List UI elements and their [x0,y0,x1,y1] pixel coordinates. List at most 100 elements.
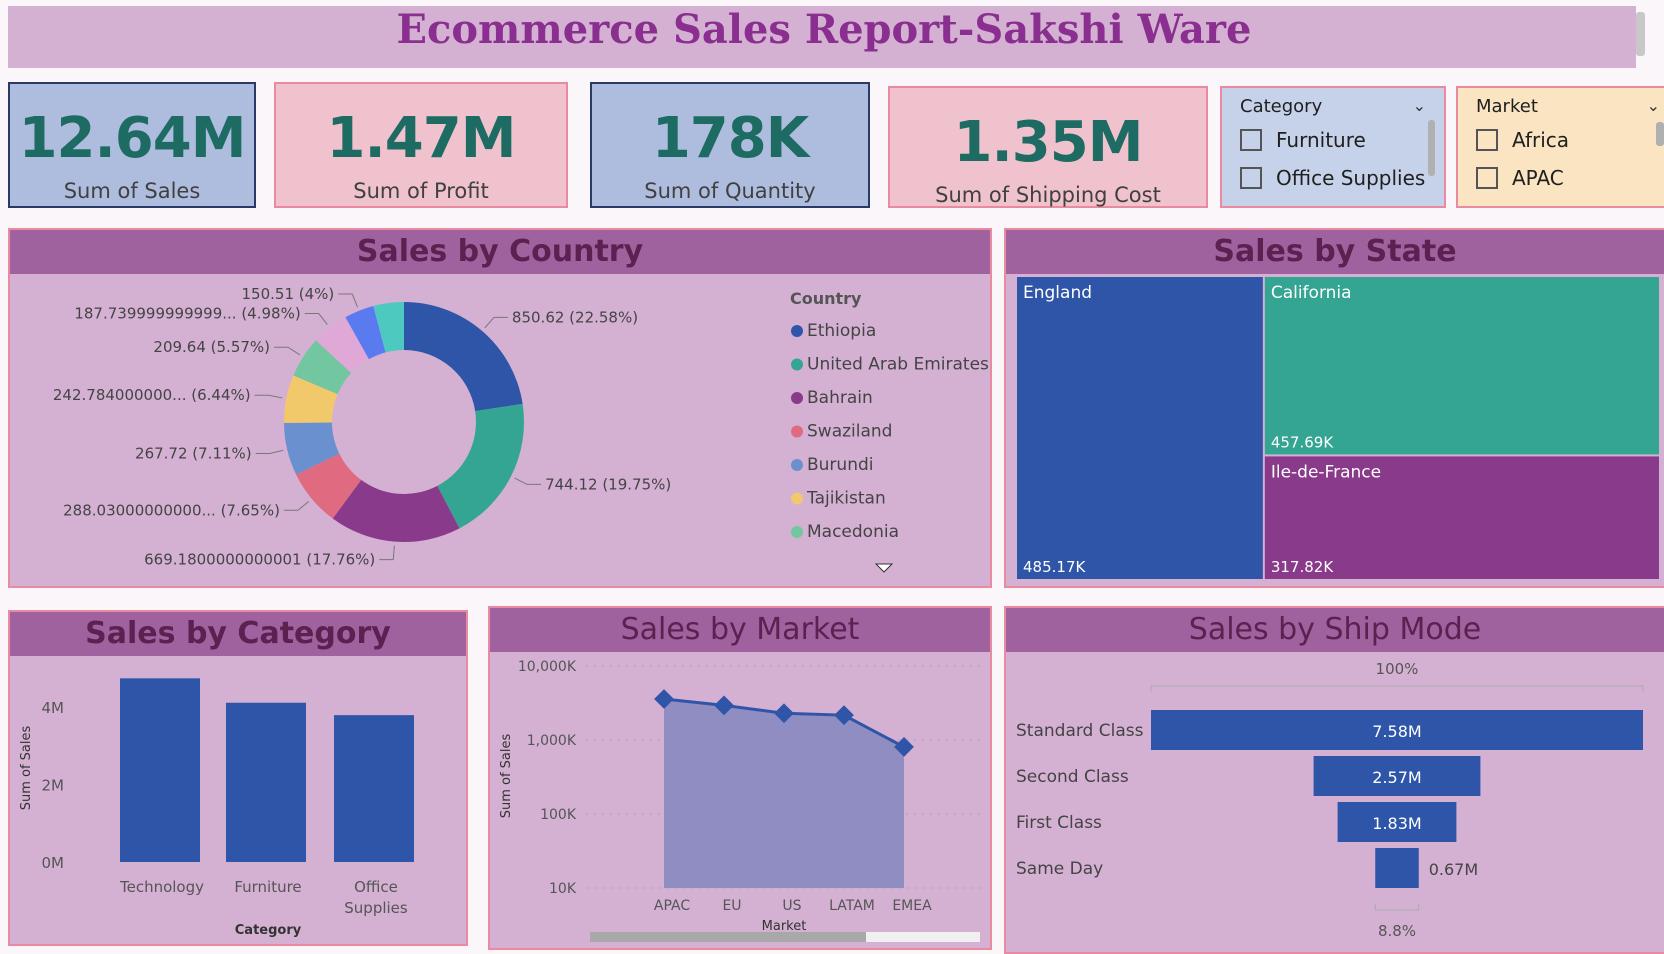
funnel-bracket [1150,685,1644,692]
sales-by-ship-mode-panel: Sales by Ship Mode 100% Standard Class 7.5… [1004,606,1664,954]
treemap-tile[interactable] [1264,277,1659,455]
slicer-header: Market [1476,96,1538,117]
tile-name: Ile-de-France [1271,462,1381,482]
legend-title: Country [790,289,862,308]
slicer-option-office-supplies[interactable]: Office Supplies [1240,166,1425,190]
tile-value: 485.17K [1023,558,1086,576]
slicer-scrollbar[interactable] [1428,120,1435,176]
option-label: Africa [1512,128,1570,152]
funnel-value-label: 2.57M [1372,768,1421,787]
slicer-header: Category [1240,96,1323,117]
category-bar[interactable] [120,678,200,862]
slice-data-label: 150.51 (4%) [242,285,335,303]
sales-by-market-panel: Sales by Market 10K 100K 1,000K 10,000K APAC… [488,606,992,950]
checkbox[interactable] [1476,129,1498,151]
legend-item[interactable]: Ethiopia [807,321,876,341]
market-area-chart[interactable]: 10K 100K 1,000K 10,000K APAC EU US LATAM EMEA Mar… [490,652,990,948]
kpi-label: Sum of Quantity [644,179,816,203]
donut-slice[interactable] [404,302,523,412]
y-axis-label: Sum of Sales [19,726,34,811]
x-tick-label: APAC [654,898,690,914]
checkbox[interactable] [1476,167,1498,189]
legend-item[interactable]: United Arab Emirates [807,355,989,375]
legend-item[interactable]: Macedonia [807,522,899,542]
slice-data-label: 267.72 (7.11%) [135,445,252,463]
y-tick-label: 4M [42,699,65,717]
funnel-category-label: First Class [1016,813,1102,833]
chevron-down-icon[interactable]: ⌄ [1647,96,1660,115]
x-axis-label: Category [235,923,302,938]
leader-line [255,449,284,455]
panel-title: Sales by Country [10,230,990,274]
x-tick-label: EU [722,898,741,914]
category-slicer[interactable]: Category ⌄ Furniture Office Supplies [1220,86,1446,208]
x-tick-label: Furniture [234,878,301,896]
x-axis-label: Market [762,919,807,934]
leader-line [304,313,328,325]
kpi-card-shipping-cost: 1.35M Sum of Shipping Cost [888,86,1208,208]
legend-marker [791,526,803,538]
panel-title: Sales by Category [10,612,466,656]
leader-line [484,316,508,329]
category-bar[interactable] [226,702,306,862]
treemap-tile[interactable] [1017,277,1263,579]
treemap-chart[interactable]: England 485.17K California 457.69K Ile-de-Fr… [1006,274,1664,586]
funnel-bracket [1374,904,1420,911]
sales-by-country-panel: Sales by Country 850.62 (22.58%) 744.12 (… [8,228,992,588]
legend-item[interactable]: Burundi [807,455,874,475]
checkbox[interactable] [1240,167,1262,189]
x-tick-label: Technology [119,878,204,896]
tile-name: England [1023,283,1092,303]
kpi-value: 1.47M [326,106,517,171]
x-tick-label: Office [354,878,398,896]
y-axis-label: Sum of Sales [499,734,514,819]
funnel-top-percent: 100% [1376,660,1419,678]
category-bar[interactable] [334,715,414,862]
legend-item[interactable]: Tajikistan [806,489,886,509]
legend-item[interactable]: Bahrain [807,388,873,408]
market-slicer[interactable]: Market ⌄ Africa APAC [1456,86,1664,208]
y-tick-label: 10K [549,881,577,897]
category-bar-chart[interactable]: 0M 2M 4M Technology Furniture Office Supplies C… [10,656,466,944]
legend-item[interactable]: Swaziland [807,422,892,442]
sales-by-category-panel: Sales by Category 0M 2M 4M Technology Furnit… [8,610,468,946]
panel-title: Sales by State [1006,230,1664,274]
legend-marker [791,492,803,505]
leader-line [338,293,358,308]
slicer-option-furniture[interactable]: Furniture [1240,128,1366,152]
slicer-scrollbar[interactable] [1656,122,1664,146]
funnel-value-label: 7.58M [1372,722,1421,741]
tile-value: 457.69K [1271,433,1334,451]
slice-data-label: 288.03000000000... (7.65%) [63,501,280,519]
y-tick-label: 0M [42,854,65,872]
x-tick-label: LATAM [829,898,875,914]
kpi-label: Sum of Shipping Cost [935,183,1161,207]
kpi-value: 12.64M [18,106,247,171]
kpi-label: Sum of Sales [63,179,201,203]
legend-marker [791,358,803,371]
slice-data-label: 744.12 (19.75%) [545,475,671,493]
ship-mode-funnel-chart[interactable]: 100% Standard Class 7.58M Second Class 2.57M… [1006,652,1664,952]
legend-marker [791,425,803,438]
title-scrollbar[interactable] [1636,12,1645,56]
funnel-category-label: Same Day [1016,859,1103,879]
donut-chart[interactable]: 850.62 (22.58%) 744.12 (19.75%) 669.180000… [10,274,990,586]
y-tick-label: 100K [540,807,577,823]
scroll-down-icon[interactable] [874,563,894,573]
leader-line [283,500,310,511]
y-tick-label: 1,000K [527,733,577,749]
slice-data-label: 242.784000000... (6.44%) [53,386,251,404]
funnel-category-label: Second Class [1016,767,1129,787]
kpi-card-profit: 1.47M Sum of Profit [274,82,568,208]
panel-title: Sales by Market [490,608,990,652]
funnel-bar[interactable] [1375,848,1419,888]
panel-title: Sales by Ship Mode [1006,608,1664,652]
checkbox[interactable] [1240,129,1262,151]
chevron-down-icon[interactable]: ⌄ [1413,96,1426,115]
scrollbar-thumb[interactable] [590,932,866,942]
slicer-option-africa[interactable]: Africa [1476,128,1569,152]
legend-marker [791,459,803,471]
donut-slice[interactable] [437,403,525,529]
legend-marker [791,392,803,404]
slicer-option-apac[interactable]: APAC [1476,166,1564,190]
